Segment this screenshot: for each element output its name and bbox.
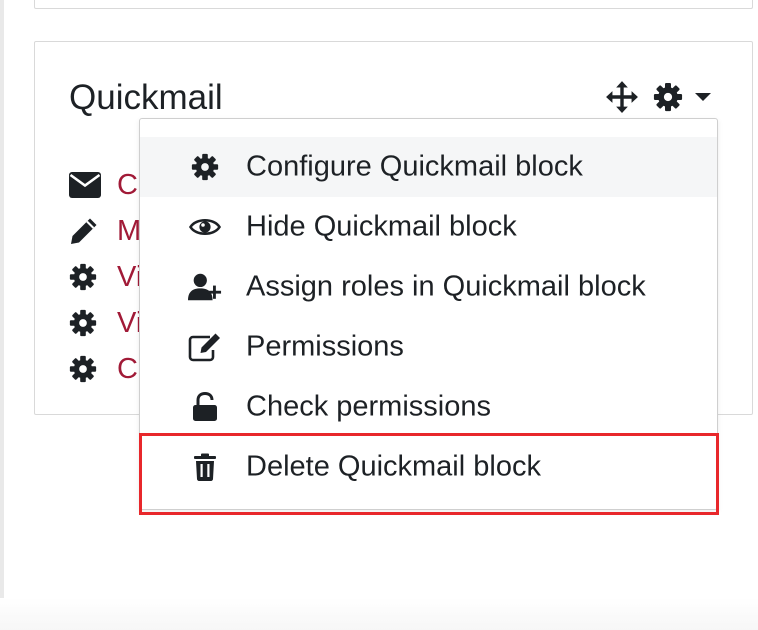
gear-icon — [188, 150, 222, 184]
block-actions-gear-icon[interactable] — [653, 82, 683, 112]
eye-icon — [188, 210, 222, 244]
menu-item-label: Delete Quickmail block — [246, 450, 541, 483]
menu-item-permissions[interactable]: Permissions — [140, 317, 717, 377]
gear-icon — [69, 307, 101, 339]
block-controls — [605, 80, 713, 114]
caret-down-icon[interactable] — [693, 87, 713, 107]
menu-item-check-permissions[interactable]: Check permissions — [140, 377, 717, 437]
envelope-icon — [69, 169, 101, 201]
block-title: Quickmail — [69, 78, 223, 117]
pencil-icon — [69, 215, 101, 247]
menu-item-configure[interactable]: Configure Quickmail block — [140, 137, 717, 197]
menu-item-label: Permissions — [246, 330, 404, 363]
user-plus-icon — [188, 270, 222, 304]
menu-item-label: Configure Quickmail block — [246, 150, 583, 183]
menu-item-label: Assign roles in Quickmail block — [246, 270, 646, 303]
gear-icon — [69, 353, 101, 385]
unlock-icon — [188, 390, 222, 424]
move-arrows-icon[interactable] — [605, 80, 639, 114]
block-link[interactable]: M — [117, 215, 141, 248]
menu-item-delete[interactable]: Delete Quickmail block — [140, 437, 717, 497]
menu-item-hide[interactable]: Hide Quickmail block — [140, 197, 717, 257]
trash-icon — [188, 450, 222, 484]
gear-icon — [69, 261, 101, 293]
block-actions-dropdown: Configure Quickmail block Hide Quickmail… — [139, 118, 718, 510]
menu-item-label: Check permissions — [246, 390, 491, 423]
previous-block-edge — [34, 0, 753, 9]
menu-item-label: Hide Quickmail block — [246, 210, 517, 243]
menu-item-assign-roles[interactable]: Assign roles in Quickmail block — [140, 257, 717, 317]
page-bottom-edge — [0, 598, 758, 630]
page-left-border — [0, 0, 4, 630]
edit-icon — [188, 330, 222, 364]
